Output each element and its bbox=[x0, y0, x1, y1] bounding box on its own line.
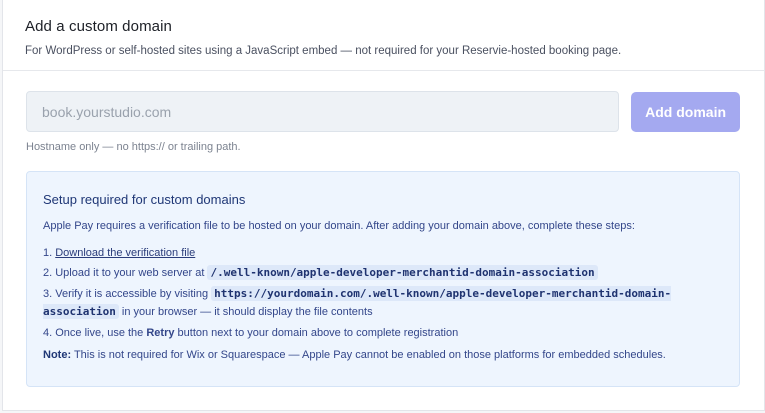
step-4: 4. Once live, use the Retry button next … bbox=[43, 323, 723, 343]
add-domain-button[interactable]: Add domain bbox=[631, 91, 740, 132]
step-1-prefix: 1. bbox=[43, 247, 56, 259]
step-2-path-code: /.well-known/apple-developer-merchantid-… bbox=[207, 265, 598, 280]
download-verification-file-link[interactable]: Download the verification file bbox=[55, 247, 195, 259]
setup-steps: 1. Download the verification file 2. Upl… bbox=[43, 243, 723, 343]
custom-domain-card: Add a custom domain For WordPress or sel… bbox=[2, 0, 765, 411]
step-3-suffix: in your browser — it should display the … bbox=[118, 306, 373, 318]
step-2: 2. Upload it to your web server at /.wel… bbox=[43, 263, 723, 283]
note-label: Note: bbox=[43, 349, 72, 361]
card-header: Add a custom domain For WordPress or sel… bbox=[3, 0, 764, 71]
domain-hint: Hostname only — no https:// or trailing … bbox=[26, 141, 241, 153]
step-3: 3. Verify it is accessible by visiting h… bbox=[43, 285, 723, 321]
setup-note: Note: This is not required for Wix or Sq… bbox=[43, 349, 723, 361]
step-4-suffix: button next to your domain above to comp… bbox=[174, 327, 459, 339]
setup-title: Setup required for custom domains bbox=[43, 192, 246, 207]
step-4-prefix: 4. Once live, use the bbox=[43, 327, 147, 339]
card-subtitle: For WordPress or self-hosted sites using… bbox=[25, 45, 622, 57]
setup-intro: Apple Pay requires a verification file t… bbox=[43, 220, 635, 232]
card-title: Add a custom domain bbox=[25, 18, 172, 35]
step-4-retry-label: Retry bbox=[146, 327, 175, 339]
domain-form-row: Add domain bbox=[26, 91, 740, 132]
domain-input[interactable] bbox=[26, 91, 620, 132]
step-1: 1. Download the verification file bbox=[43, 243, 723, 263]
note-text: This is not required for Wix or Squaresp… bbox=[71, 349, 666, 361]
step-3-text: 3. Verify it is accessible by visiting bbox=[43, 288, 212, 300]
card-body: Add domain Hostname only — no https:// o… bbox=[3, 71, 764, 387]
setup-info-box: Setup required for custom domains Apple … bbox=[26, 171, 740, 387]
step-2-text: 2. Upload it to your web server at bbox=[43, 267, 208, 279]
